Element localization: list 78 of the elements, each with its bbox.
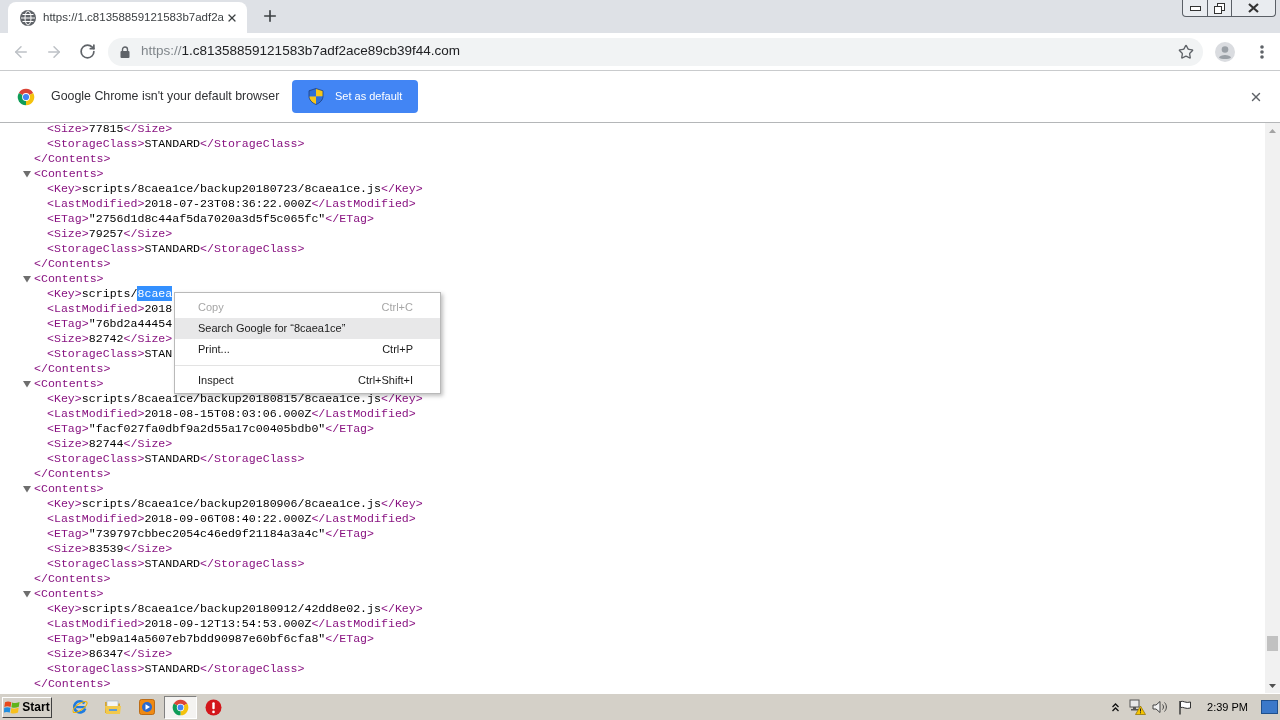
xml-line: <Size>83539</Size> bbox=[47, 541, 173, 556]
disclosure-triangle-icon[interactable] bbox=[23, 169, 31, 178]
scrollbar[interactable] bbox=[1265, 123, 1280, 693]
menu-item[interactable]: Search Google for “8caea1ce” bbox=[175, 318, 440, 339]
disclosure-triangle-icon[interactable] bbox=[23, 274, 31, 283]
xml-line: <ETag>"2756d1d8c44af5da7020a3d5f5c065fc"</ETag> bbox=[47, 211, 374, 226]
xml-line: <Key>scripts/8caea1ce/backup20180906/8caea1ce.js</Key> bbox=[47, 496, 423, 511]
xml-line: <Key>scripts/8caea1ce/backup20180815/8caea1ce.js</Key> bbox=[47, 391, 423, 406]
xml-line: <LastModified>2018-09-06T08:40:22.000Z</LastModified> bbox=[47, 511, 416, 526]
xml-line: <StorageClass>STANDARD</StorageClass> bbox=[47, 451, 305, 466]
chrome-logo-icon bbox=[17, 87, 35, 106]
menu-item[interactable]: Print... Ctrl+P bbox=[175, 339, 440, 360]
clock[interactable]: 2:39 PM bbox=[1197, 698, 1258, 716]
menu-item[interactable]: Inspect Ctrl+Shift+I bbox=[175, 370, 440, 391]
xml-line: <ETag>"eb9a14a5607eb7bdd90987e60bf6cfa8"</ETag> bbox=[47, 631, 374, 646]
scroll-down-icon[interactable] bbox=[1269, 683, 1276, 688]
network-warning-icon[interactable] bbox=[1128, 699, 1146, 715]
xml-tag: </Contents> bbox=[34, 361, 111, 376]
xml-tag: <Contents> bbox=[34, 166, 104, 181]
xml-line: <Size>79257</Size> bbox=[47, 226, 173, 241]
e-logo-icon bbox=[70, 698, 89, 716]
alert-icon bbox=[205, 698, 223, 716]
xml-tag: </Contents> bbox=[34, 676, 111, 691]
xml-line: <StorageClass>STAN bbox=[47, 346, 173, 361]
minimize-icon bbox=[1189, 5, 1201, 11]
xml-line: <LastModified>2018-09-12T13:54:53.000Z</LastModified> bbox=[47, 616, 416, 631]
xml-tag: <Contents> bbox=[34, 376, 104, 391]
infobar-message: Google Chrome isn't your default browser bbox=[51, 88, 279, 106]
start-button[interactable]: Start bbox=[2, 696, 52, 718]
bookmark-star-icon[interactable] bbox=[1178, 43, 1194, 60]
folder-icon bbox=[104, 699, 123, 715]
xml-line: <ETag>"facf027fa0dbf9a2d55a17c00405bdb0"</ETag> bbox=[47, 421, 374, 436]
xml-line: <Key>scripts/ bbox=[47, 286, 138, 301]
flag-icon[interactable] bbox=[1177, 699, 1192, 715]
xml-line: <StorageClass>STANDARD</StorageClass> bbox=[47, 661, 305, 676]
xml-line: <Size>82742</Size> bbox=[47, 331, 173, 346]
avatar-icon bbox=[1215, 41, 1235, 62]
set-default-button[interactable]: Set as default bbox=[292, 80, 418, 113]
restore-icon bbox=[1214, 2, 1225, 14]
xml-tag: <Contents> bbox=[34, 586, 104, 601]
play-tile-icon bbox=[138, 699, 155, 715]
globe-icon bbox=[20, 9, 36, 26]
address-bar[interactable]: https://1.c81358859121583b7adf2ace89cb39f44.com bbox=[108, 37, 1203, 66]
speaker-icon[interactable] bbox=[1152, 700, 1168, 714]
selected-text: 8caea bbox=[137, 286, 173, 301]
xml-tag: </Contents> bbox=[34, 466, 111, 481]
browser-tab[interactable]: https://1.c81358859121583b7adf2a bbox=[8, 2, 247, 33]
xml-line: <ETag>"76bd2a44454 bbox=[47, 316, 173, 331]
double-chevron-up-icon[interactable] bbox=[1111, 702, 1119, 712]
xml-line: <StorageClass>STANDARD</StorageClass> bbox=[47, 241, 305, 256]
xml-tag: </Contents> bbox=[34, 256, 111, 271]
xml-line: <Size>82744</Size> bbox=[47, 436, 173, 451]
disclosure-triangle-icon[interactable] bbox=[23, 589, 31, 598]
xml-tag: </Contents> bbox=[34, 571, 111, 586]
chrome-logo-icon bbox=[171, 698, 189, 716]
xml-line: <Size>86347</Size> bbox=[47, 646, 173, 661]
xml-line: <LastModified>2018-08-15T08:03:06.000Z</LastModified> bbox=[47, 406, 416, 421]
xml-line: <LastModified>2018-07-23T08:36:22.000Z</LastModified> bbox=[47, 196, 416, 211]
xml-tag: </Contents> bbox=[34, 151, 111, 166]
xml-line: <ETag>"739797cbbec2054c46ed9f21184a3a4c"</ETag> bbox=[47, 526, 374, 541]
scroll-thumb[interactable] bbox=[1267, 636, 1278, 651]
xml-line: <StorageClass>STANDARD</StorageClass> bbox=[47, 136, 305, 151]
disclosure-triangle-icon[interactable] bbox=[23, 484, 31, 493]
lock-icon bbox=[120, 45, 130, 58]
shield-icon bbox=[308, 88, 324, 105]
xml-tag: <Contents> bbox=[34, 481, 104, 496]
menu-icon bbox=[1260, 44, 1264, 59]
taskbar-button[interactable] bbox=[163, 695, 197, 719]
xml-line: <StorageClass>STANDARD</StorageClass> bbox=[47, 556, 305, 571]
start-logo-icon bbox=[4, 699, 21, 715]
xml-tag: <Contents> bbox=[34, 271, 104, 286]
close-icon bbox=[1248, 3, 1259, 13]
disclosure-triangle-icon[interactable] bbox=[23, 379, 31, 388]
reload-icon bbox=[78, 43, 96, 60]
xml-line: <Size>77815</Size> bbox=[47, 123, 173, 136]
xml-line: <Key>scripts/8caea1ce/backup20180723/8caea1ce.js</Key> bbox=[47, 181, 423, 196]
xml-line: <LastModified>2018 bbox=[47, 301, 173, 316]
xml-line: <Key>scripts/8caea1ce/backup20180912/42dd8e02.js</Key> bbox=[47, 601, 423, 616]
